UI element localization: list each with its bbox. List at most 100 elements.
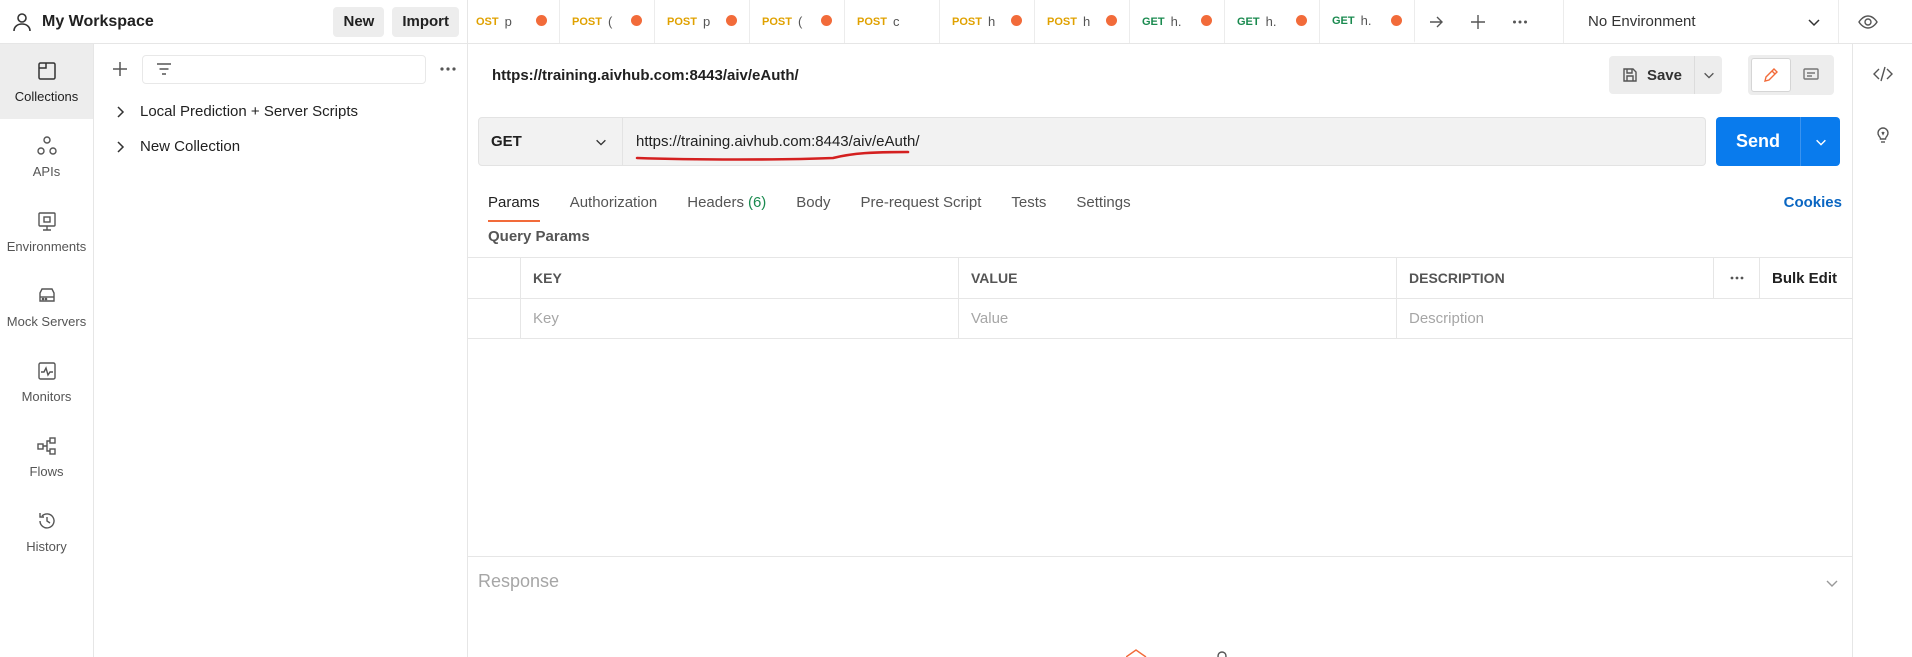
rail-label: APIs (32, 163, 61, 179)
chevron-down-icon[interactable] (1824, 575, 1840, 591)
save-button[interactable]: Save (1608, 56, 1694, 94)
request-tab[interactable]: POST ( (560, 0, 655, 43)
request-tab[interactable]: POST h (1035, 0, 1130, 43)
rail-item-collections[interactable]: Collections (0, 44, 93, 119)
tab-method: OST (476, 15, 499, 28)
workspace-title[interactable]: My Workspace (42, 13, 325, 31)
right-context-rail (1852, 44, 1912, 657)
tab-tests[interactable]: Tests (1011, 182, 1046, 222)
request-tab[interactable]: POST c (845, 0, 940, 43)
rail-label: History (26, 538, 67, 554)
cookies-link[interactable]: Cookies (1784, 194, 1842, 211)
row-checkbox-cell (468, 299, 521, 338)
tab-method: GET (1142, 15, 1165, 28)
plus-icon[interactable] (110, 59, 130, 79)
save-icon (1623, 68, 1637, 82)
rail-label: Collections (14, 88, 79, 104)
save-group: Save (1608, 56, 1722, 94)
rail-item-flows[interactable]: Flows (0, 419, 93, 494)
request-tab[interactable]: POST h (940, 0, 1035, 43)
tab-body[interactable]: Body (796, 182, 830, 222)
environment-quick-look[interactable] (1839, 0, 1897, 43)
tab-method: POST (762, 15, 792, 28)
tab-name: h. (1265, 14, 1277, 29)
rail-label: Monitors (21, 388, 72, 404)
description-column-header: DESCRIPTION (1397, 258, 1714, 298)
eye-icon (1858, 14, 1878, 29)
request-tab[interactable]: POST ( (750, 0, 845, 43)
rail-item-apis[interactable]: APIs (0, 119, 93, 194)
save-label: Save (1646, 66, 1682, 84)
headers-count: (6) (747, 193, 767, 211)
arrow-right-icon (1430, 16, 1443, 27)
sidebar-search-input[interactable] (142, 54, 426, 84)
more-icon (1730, 276, 1743, 280)
save-options-button[interactable] (1694, 56, 1722, 94)
request-title[interactable]: https://training.aivhub.com:8443/aiv/eAu… (492, 67, 1609, 84)
send-button[interactable]: Send (1716, 117, 1800, 166)
bulk-edit-button[interactable]: Bulk Edit (1760, 258, 1852, 298)
rail-item-mock-servers[interactable]: Mock Servers (0, 269, 93, 344)
tab-prerequest-script[interactable]: Pre-request Script (861, 182, 982, 222)
comment-icon (1803, 68, 1819, 80)
request-tab-active[interactable]: GET h. (1320, 0, 1415, 43)
url-value: https://training.aivhub.com:8443/aiv/eAu… (636, 133, 920, 150)
import-button[interactable]: Import (392, 6, 459, 37)
response-label[interactable]: Response (478, 571, 559, 592)
unsaved-dot (536, 15, 547, 26)
tab-options-button[interactable] (1499, 0, 1541, 43)
query-params-title: Query Params (488, 228, 590, 245)
collection-name: Local Prediction + Server Scripts (140, 103, 359, 120)
request-tab[interactable]: OST p (468, 0, 560, 43)
collection-item[interactable]: New Collection (94, 129, 467, 164)
tab-headers[interactable]: Headers (6) (687, 182, 766, 222)
request-subtabs: Params Authorization Headers (6) Body Pr… (488, 182, 1848, 222)
tab-scroll-right[interactable] (1415, 0, 1457, 43)
collections-sidebar: Local Prediction + Server Scripts New Co… (94, 44, 468, 657)
key-input[interactable]: Key (521, 299, 959, 338)
table-header-row: KEY VALUE DESCRIPTION Bulk Edit (468, 257, 1852, 298)
new-tab-button[interactable] (1457, 0, 1499, 43)
tab-method: POST (952, 15, 982, 28)
tab-name: ( (797, 14, 803, 29)
code-snippet-button[interactable] (1853, 44, 1912, 104)
rail-item-history[interactable]: History (0, 494, 93, 569)
apis-icon (36, 135, 57, 155)
environment-select[interactable]: No Environment (1563, 0, 1839, 43)
user-icon (13, 12, 31, 31)
chevron-right-icon (117, 140, 125, 153)
chevron-down-icon (1808, 18, 1820, 26)
request-tab[interactable]: POST p (655, 0, 750, 43)
request-tab[interactable]: GET h. (1130, 0, 1225, 43)
send-group: Send (1716, 117, 1840, 166)
value-input[interactable]: Value (959, 299, 1397, 338)
unsaved-dot (1106, 15, 1117, 26)
unsaved-dot (726, 15, 737, 26)
rail-item-monitors[interactable]: Monitors (0, 344, 93, 419)
tab-authorization[interactable]: Authorization (570, 182, 658, 222)
request-tab[interactable]: GET h. (1225, 0, 1320, 43)
comments-mode-button[interactable] (1791, 58, 1831, 92)
new-button[interactable]: New (333, 6, 385, 37)
response-pane: Response (468, 556, 1852, 657)
collection-item[interactable]: Local Prediction + Server Scripts (94, 94, 467, 129)
more-icon[interactable] (437, 58, 459, 80)
workspace-header: My Workspace New Import (0, 0, 468, 44)
column-options-button[interactable] (1714, 258, 1760, 298)
rail-item-environments[interactable]: Environments (0, 194, 93, 269)
key-column-header: KEY (521, 258, 959, 298)
response-illustration (1126, 649, 1227, 657)
method-select[interactable]: GET (478, 117, 623, 166)
tab-params[interactable]: Params (488, 182, 540, 222)
tab-method: POST (857, 15, 887, 28)
info-button[interactable] (1853, 104, 1912, 164)
edit-mode-button[interactable] (1751, 58, 1791, 92)
tab-method: POST (667, 15, 697, 28)
send-options-button[interactable] (1800, 117, 1840, 166)
collection-name: New Collection (140, 138, 241, 155)
description-input[interactable]: Description (1397, 299, 1714, 338)
rail-label: Flows (29, 463, 64, 479)
tab-settings[interactable]: Settings (1076, 182, 1130, 222)
plus-icon (1471, 14, 1485, 29)
url-input[interactable]: https://training.aivhub.com:8443/aiv/eAu… (623, 117, 1706, 166)
